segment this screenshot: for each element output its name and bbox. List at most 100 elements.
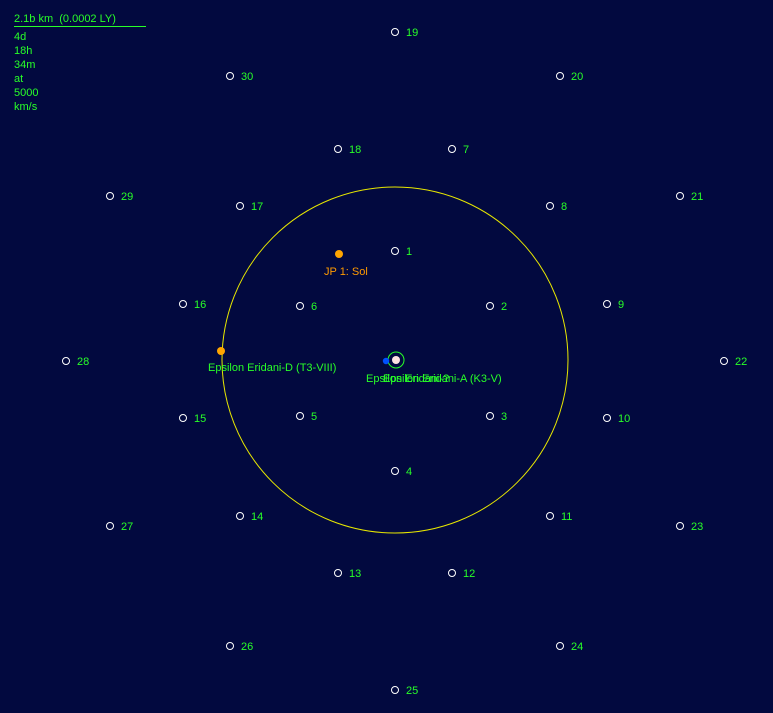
waypoint-marker[interactable] [296, 302, 304, 310]
waypoint-marker[interactable] [334, 145, 342, 153]
waypoint-label: 28 [77, 356, 89, 368]
waypoint-marker[interactable] [556, 72, 564, 80]
waypoint-marker[interactable] [486, 302, 494, 310]
waypoint-label: 19 [406, 27, 418, 39]
waypoint-marker[interactable] [226, 72, 234, 80]
waypoint-label: 13 [349, 568, 361, 580]
waypoint-label: 17 [251, 201, 263, 213]
waypoint-marker[interactable] [556, 642, 564, 650]
scale-distance: 2.1b km (0.0002 LY) [14, 13, 116, 25]
waypoint-label: 1 [406, 246, 412, 258]
waypoint-marker[interactable] [334, 569, 342, 577]
waypoint-27[interactable]: 27 [106, 521, 134, 533]
star-epsilon-eridani-companion[interactable] [382, 357, 390, 365]
waypoint-marker[interactable] [236, 202, 244, 210]
scale-line [14, 26, 146, 27]
waypoint-marker[interactable] [179, 300, 187, 308]
waypoint-label: 29 [121, 191, 133, 203]
waypoint-marker[interactable] [236, 512, 244, 520]
waypoint-18[interactable]: 18 [334, 144, 362, 156]
waypoint-1[interactable]: 1 [391, 246, 413, 258]
waypoint-marker[interactable] [391, 686, 399, 694]
waypoint-label: 25 [406, 685, 418, 697]
waypoint-9[interactable]: 9 [603, 299, 625, 311]
jump-point-sol[interactable] [335, 250, 343, 258]
waypoint-21[interactable]: 21 [676, 191, 704, 203]
waypoint-19[interactable]: 19 [391, 27, 419, 39]
waypoint-label: 2 [501, 301, 507, 313]
waypoint-marker[interactable] [391, 467, 399, 475]
waypoint-12[interactable]: 12 [448, 568, 476, 580]
waypoint-label: 7 [463, 144, 469, 156]
waypoint-7[interactable]: 7 [448, 144, 470, 156]
waypoint-label: 27 [121, 521, 133, 533]
waypoint-label: 30 [241, 71, 253, 83]
waypoint-11[interactable]: 11 [546, 511, 573, 523]
waypoint-label: 11 [561, 511, 572, 523]
waypoint-marker[interactable] [391, 28, 399, 36]
label-epsilon-eridani-companion: Epsilon Eridani-? [366, 373, 449, 385]
waypoint-label: 24 [571, 641, 583, 653]
waypoint-label: 16 [194, 299, 206, 311]
map-canvas[interactable]: 1234567891011121314151617181920212223242… [0, 0, 773, 713]
waypoint-marker[interactable] [106, 522, 114, 530]
waypoint-24[interactable]: 24 [556, 641, 584, 653]
waypoint-marker[interactable] [448, 145, 456, 153]
waypoint-marker[interactable] [391, 247, 399, 255]
waypoint-13[interactable]: 13 [334, 568, 362, 580]
waypoint-marker[interactable] [296, 412, 304, 420]
scale-travel-time: 4d 18h 34m at 5000 km/s [14, 31, 39, 113]
waypoint-marker[interactable] [676, 192, 684, 200]
waypoint-label: 14 [251, 511, 263, 523]
waypoint-30[interactable]: 30 [226, 71, 254, 83]
waypoint-17[interactable]: 17 [236, 201, 264, 213]
waypoint-label: 23 [691, 521, 703, 533]
waypoint-label: 21 [691, 191, 703, 203]
waypoint-3[interactable]: 3 [486, 411, 508, 423]
waypoint-label: 15 [194, 413, 206, 425]
waypoint-14[interactable]: 14 [236, 511, 264, 523]
waypoint-22[interactable]: 22 [720, 356, 748, 368]
waypoint-label: 12 [463, 568, 475, 580]
label-jump-point-sol: JP 1: Sol [324, 266, 368, 278]
waypoint-10[interactable]: 10 [603, 413, 631, 425]
waypoint-label: 18 [349, 144, 361, 156]
waypoint-4[interactable]: 4 [391, 466, 413, 478]
system-map[interactable]: 1 2 3 4 5 6 7 8 9 10 11 12 13 14 15 16 17 18 19 20 21 22 23 24 2… [0, 0, 773, 713]
waypoint-label: 9 [618, 299, 624, 311]
waypoint-2[interactable]: 2 [486, 301, 508, 313]
waypoint-marker[interactable] [486, 412, 494, 420]
waypoint-28[interactable]: 28 [62, 356, 90, 368]
waypoint-label: 3 [501, 411, 507, 423]
waypoint-marker[interactable] [676, 522, 684, 530]
waypoint-marker[interactable] [546, 202, 554, 210]
waypoint-marker[interactable] [603, 300, 611, 308]
waypoint-8[interactable]: 8 [546, 201, 568, 213]
waypoint-marker[interactable] [179, 414, 187, 422]
waypoint-layer: 1234567891011121314151617181920212223242… [62, 27, 748, 697]
waypoint-marker[interactable] [546, 512, 554, 520]
waypoint-label: 20 [571, 71, 583, 83]
waypoint-15[interactable]: 15 [179, 413, 207, 425]
waypoint-marker[interactable] [62, 357, 70, 365]
waypoint-25[interactable]: 25 [391, 685, 419, 697]
waypoint-16[interactable]: 16 [179, 299, 207, 311]
waypoint-marker[interactable] [720, 357, 728, 365]
waypoint-label: 10 [618, 413, 630, 425]
label-epsilon-eridani-d: Epsilon Eridani-D (T3-VIII) [208, 362, 336, 374]
waypoint-marker[interactable] [603, 414, 611, 422]
planet-epsilon-eridani-d[interactable] [217, 347, 225, 355]
waypoint-26[interactable]: 26 [226, 641, 254, 653]
waypoint-marker[interactable] [448, 569, 456, 577]
waypoint-23[interactable]: 23 [676, 521, 704, 533]
waypoint-marker[interactable] [106, 192, 114, 200]
waypoint-marker[interactable] [226, 642, 234, 650]
waypoint-label: 26 [241, 641, 253, 653]
waypoint-20[interactable]: 20 [556, 71, 584, 83]
star-epsilon-eridani-a[interactable] [392, 356, 400, 364]
waypoint-label: 5 [311, 411, 317, 423]
waypoint-6[interactable]: 6 [296, 301, 318, 313]
waypoint-5[interactable]: 5 [296, 411, 318, 423]
waypoint-label: 4 [406, 466, 412, 478]
waypoint-29[interactable]: 29 [106, 191, 134, 203]
